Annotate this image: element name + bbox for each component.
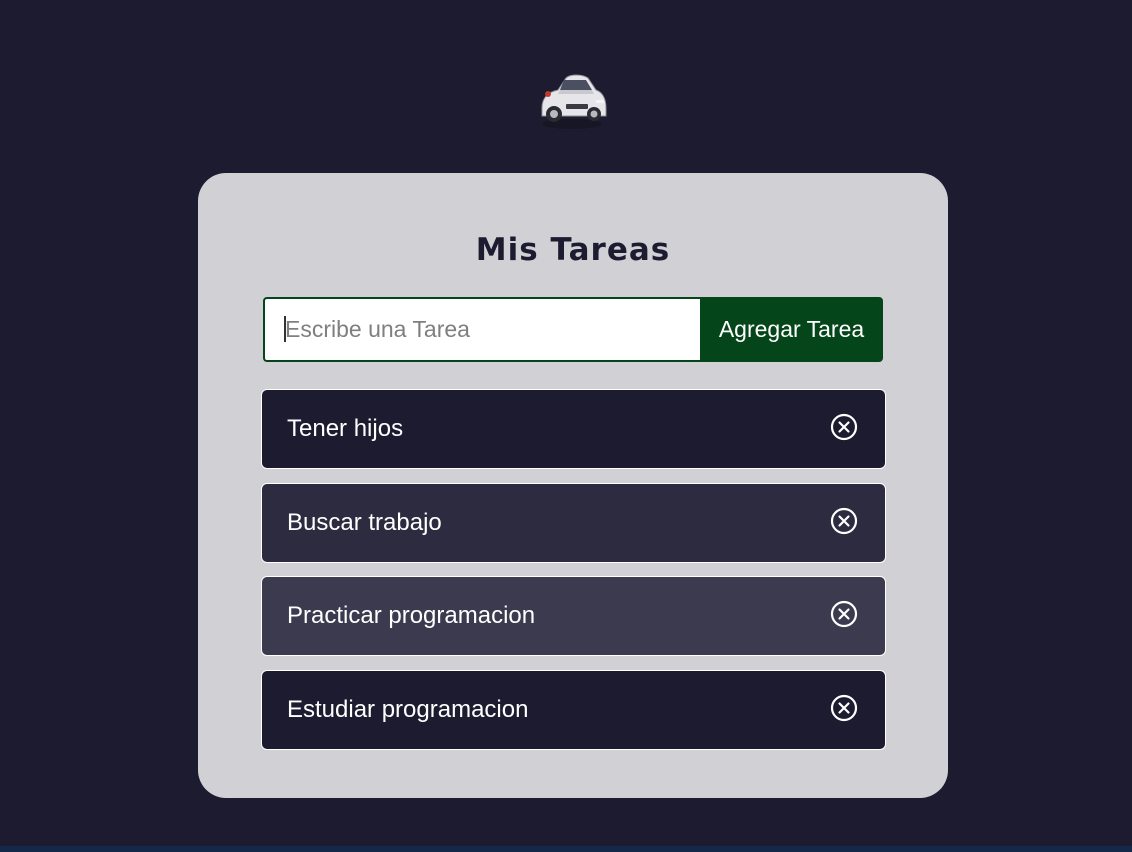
task-label: Buscar trabajo bbox=[287, 509, 442, 536]
app-page: Mis Tareas Agregar Tarea Tener hijos Bus… bbox=[0, 0, 1132, 852]
task-item-3[interactable]: Practicar programacion bbox=[261, 576, 886, 656]
page-title: Mis Tareas bbox=[475, 232, 671, 268]
task-item-2[interactable]: Buscar trabajo bbox=[261, 483, 886, 563]
taskbar-edge bbox=[0, 846, 1132, 852]
task-item-1[interactable]: Tener hijos bbox=[261, 389, 886, 469]
circle-x-icon[interactable] bbox=[829, 412, 859, 442]
task-label: Practicar programacion bbox=[287, 602, 536, 629]
car-logo-icon bbox=[536, 62, 608, 134]
task-label: Estudiar programacion bbox=[287, 696, 529, 723]
task-label: Tener hijos bbox=[287, 415, 404, 442]
task-input[interactable] bbox=[263, 297, 700, 362]
circle-x-icon[interactable] bbox=[829, 693, 859, 723]
circle-x-icon[interactable] bbox=[829, 506, 859, 536]
circle-x-icon[interactable] bbox=[829, 599, 859, 629]
task-item-4[interactable]: Estudiar programacion bbox=[261, 670, 886, 750]
text-cursor bbox=[284, 316, 286, 342]
task-form: Agregar Tarea bbox=[263, 297, 883, 362]
add-task-button[interactable]: Agregar Tarea bbox=[700, 297, 883, 362]
